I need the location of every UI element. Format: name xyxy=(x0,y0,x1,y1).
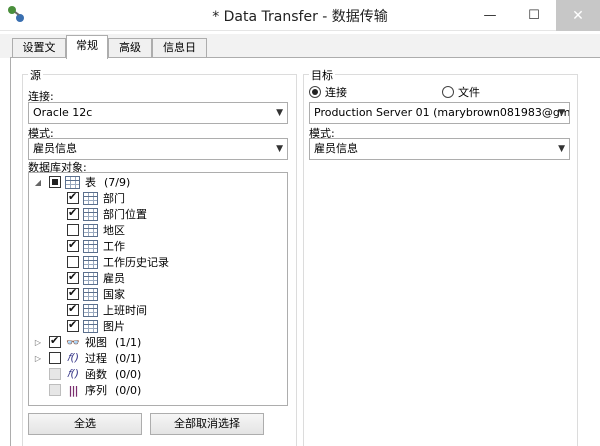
maximize-button[interactable]: ☐ xyxy=(512,0,556,31)
table-item-label: 雇员 xyxy=(103,272,125,285)
tab-advanced[interactable]: 高级 xyxy=(108,38,152,58)
tables-label: 表 xyxy=(85,176,96,189)
chevron-down-icon: ▼ xyxy=(558,108,565,118)
table-item-label: 部门位置 xyxy=(103,208,147,221)
functions-count: (0/0) xyxy=(115,367,142,381)
radio-file-label: 文件 xyxy=(458,86,480,99)
tree-node-procedures[interactable]: ▷ 𝑓() 过程 (0/1) xyxy=(33,350,141,366)
table-item-checkbox[interactable] xyxy=(67,256,79,268)
table-item-label: 地区 xyxy=(103,224,125,237)
table-item-checkbox[interactable] xyxy=(67,224,79,236)
tab-settings-file[interactable]: 设置文件 xyxy=(12,38,66,72)
procedures-label: 过程 xyxy=(85,352,107,365)
database-objects-tree[interactable]: ◢ 表 (7/9) 部门 部门位置 地区 工作 工作历史记录 雇员 国家 xyxy=(28,172,288,406)
source-connection-value: Oracle 12c xyxy=(33,106,93,119)
table-icon xyxy=(83,191,98,205)
source-group-label: 源 xyxy=(28,67,43,83)
table-icon xyxy=(83,303,98,317)
radio-connection-selected[interactable] xyxy=(309,86,321,98)
views-label: 视图 xyxy=(85,336,107,349)
table-item[interactable]: 工作历史记录 xyxy=(67,254,169,270)
procedure-icon: 𝑓() xyxy=(66,351,79,364)
close-button[interactable]: ✕ xyxy=(556,0,600,31)
table-icon xyxy=(65,175,80,189)
select-all-button[interactable]: 全选 xyxy=(28,413,142,435)
table-icon xyxy=(83,287,98,301)
view-glasses-icon: 👓 xyxy=(66,335,80,349)
minimize-icon: — xyxy=(483,8,497,23)
table-item-label: 工作 xyxy=(103,240,125,253)
table-item[interactable]: 部门 xyxy=(67,190,125,206)
views-count: (1/1) xyxy=(115,335,142,349)
table-item-checkbox[interactable] xyxy=(67,238,79,252)
sequence-icon: ||| xyxy=(68,383,78,397)
target-connection-select[interactable]: Production Server 01 (marybrown081983@gm… xyxy=(309,102,570,124)
sequences-count: (0/0) xyxy=(115,383,142,397)
chevron-down-icon: ▼ xyxy=(276,108,283,118)
table-item[interactable]: 雇员 xyxy=(67,270,125,286)
table-item[interactable]: 上班时间 xyxy=(67,302,147,318)
table-item-checkbox[interactable] xyxy=(67,206,79,220)
table-icon xyxy=(83,223,98,237)
tree-node-tables[interactable]: ◢ 表 (7/9) xyxy=(33,174,130,190)
procedures-count: (0/1) xyxy=(115,351,142,365)
table-icon xyxy=(83,207,98,221)
table-item[interactable]: 地区 xyxy=(67,222,125,238)
table-item-checkbox[interactable] xyxy=(67,190,79,204)
collapse-arrow-icon[interactable]: ◢ xyxy=(33,178,43,187)
source-schema-value: 雇员信息 xyxy=(33,142,77,155)
target-group-label: 目标 xyxy=(309,67,335,83)
tab-message-log[interactable]: 信息日志 xyxy=(152,38,207,72)
table-item-checkbox[interactable] xyxy=(67,270,79,284)
tree-node-sequences[interactable]: ||| 序列 (0/0) xyxy=(33,382,141,398)
target-radio-connection[interactable]: 连接 xyxy=(309,84,347,100)
source-connection-select[interactable]: Oracle 12c ▼ xyxy=(28,102,288,124)
table-item-label: 图片 xyxy=(103,320,125,333)
table-icon xyxy=(83,319,98,333)
function-icon: 𝑓() xyxy=(66,367,79,380)
close-icon: ✕ xyxy=(572,7,584,24)
tables-checkbox[interactable] xyxy=(49,176,61,188)
table-item-label: 部门 xyxy=(103,192,125,205)
table-item[interactable]: 部门位置 xyxy=(67,206,147,222)
table-item-label: 国家 xyxy=(103,288,125,301)
target-group xyxy=(303,74,578,446)
sequences-label: 序列 xyxy=(85,384,107,397)
radio-connection-label: 连接 xyxy=(325,86,347,99)
tree-node-functions[interactable]: 𝑓() 函数 (0/0) xyxy=(33,366,141,382)
maximize-icon: ☐ xyxy=(528,8,540,23)
expand-arrow-icon[interactable]: ▷ xyxy=(33,338,43,347)
table-item-checkbox[interactable] xyxy=(67,318,79,332)
table-item[interactable]: 图片 xyxy=(67,318,125,334)
tab-general[interactable]: 常规 xyxy=(66,35,108,59)
table-item-label: 上班时间 xyxy=(103,304,147,317)
table-icon xyxy=(83,239,98,253)
target-schema-value: 雇员信息 xyxy=(314,142,358,155)
table-item[interactable]: 工作 xyxy=(67,238,125,254)
table-item-label: 工作历史记录 xyxy=(103,256,169,269)
sequences-checkbox[interactable] xyxy=(49,384,61,396)
functions-label: 函数 xyxy=(85,368,107,381)
functions-checkbox[interactable] xyxy=(49,368,61,380)
radio-file[interactable] xyxy=(442,86,454,98)
table-item[interactable]: 国家 xyxy=(67,286,125,302)
target-connection-value: Production Server 01 (marybrown081983@gm… xyxy=(314,106,570,119)
chevron-down-icon: ▼ xyxy=(558,144,565,154)
target-radio-file[interactable]: 文件 xyxy=(442,84,480,100)
tree-node-views[interactable]: ▷ 👓 视图 (1/1) xyxy=(33,334,141,350)
minimize-button[interactable]: — xyxy=(468,0,512,31)
chevron-down-icon: ▼ xyxy=(276,144,283,154)
procedures-checkbox[interactable] xyxy=(49,352,61,364)
expand-arrow-icon[interactable]: ▷ xyxy=(33,354,43,363)
table-item-checkbox[interactable] xyxy=(67,302,79,316)
table-icon xyxy=(83,271,98,285)
table-icon xyxy=(83,255,98,269)
deselect-all-button[interactable]: 全部取消选择 xyxy=(150,413,264,435)
tables-count: (7/9) xyxy=(104,175,131,189)
target-schema-select[interactable]: 雇员信息 ▼ xyxy=(309,138,570,160)
source-schema-select[interactable]: 雇员信息 ▼ xyxy=(28,138,288,160)
views-checkbox[interactable] xyxy=(49,334,61,348)
table-item-checkbox[interactable] xyxy=(67,286,79,300)
